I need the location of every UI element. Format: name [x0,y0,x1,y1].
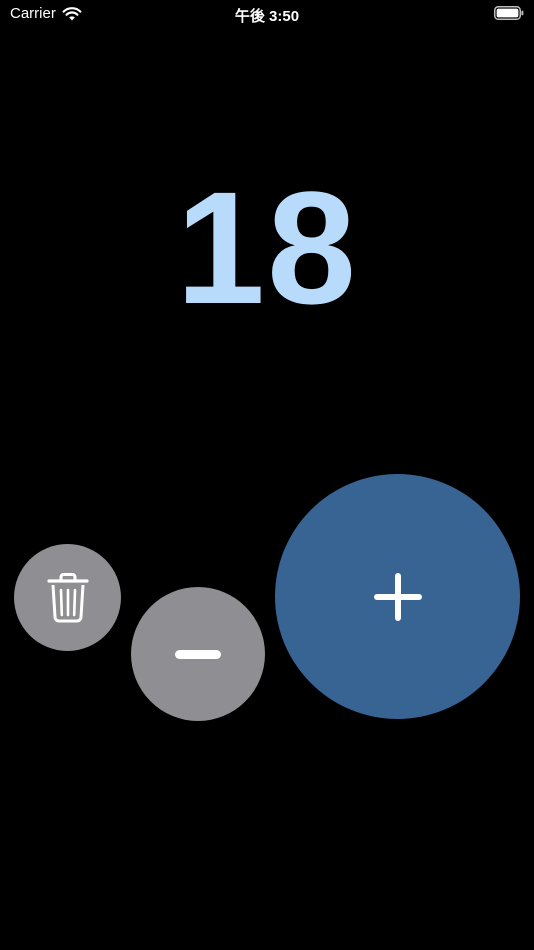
trash-icon [46,572,89,622]
plus-icon [373,572,422,621]
battery-icon [494,6,524,20]
counter-value: 18 [176,158,358,337]
delete-button[interactable] [14,544,121,651]
increment-button[interactable] [275,474,520,719]
decrement-button[interactable] [131,587,265,721]
minus-icon [175,649,221,659]
status-time: 午後 3:50 [234,8,300,25]
status-bar: Carrier 午後 3:50 [0,0,534,28]
